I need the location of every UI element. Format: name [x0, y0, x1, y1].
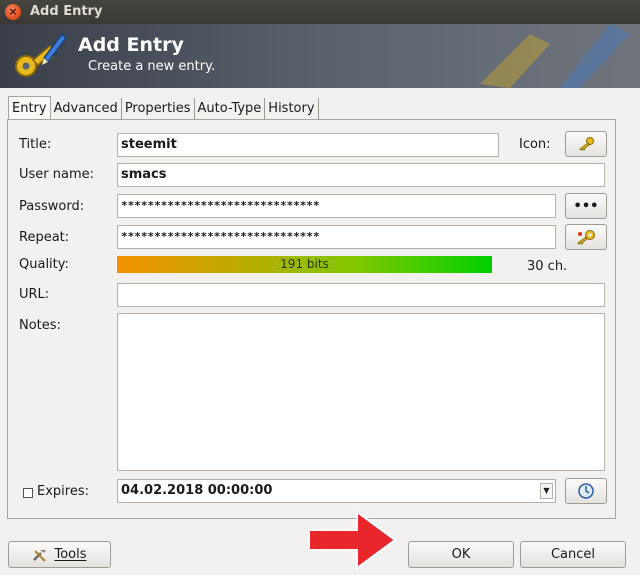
username-field[interactable]: smacs	[117, 163, 605, 187]
password-quality-bar: 191 bits	[117, 256, 492, 273]
password-field[interactable]: ******************************	[117, 194, 556, 218]
title-field[interactable]: steemit	[117, 133, 499, 157]
window-titlebar: × Add Entry	[0, 0, 640, 24]
clock-icon	[578, 483, 594, 499]
cancel-button[interactable]: Cancel	[520, 541, 626, 568]
tab-advanced[interactable]: Advanced	[51, 98, 122, 119]
key-icon	[579, 137, 594, 151]
repeat-label: Repeat:	[19, 230, 70, 245]
expires-date-value: 04.02.2018 00:00:00	[121, 483, 273, 498]
tab-history[interactable]: History	[265, 98, 319, 119]
expiry-presets-button[interactable]	[565, 478, 607, 504]
tools-icon	[33, 549, 47, 562]
notes-label: Notes:	[19, 318, 61, 333]
expires-label: Expires:	[37, 484, 89, 499]
close-icon[interactable]: ×	[5, 4, 21, 20]
password-generator-button[interactable]	[565, 224, 607, 250]
arrow-annotation-icon	[308, 510, 397, 570]
tools-button[interactable]: Tools	[8, 541, 111, 568]
notes-textarea[interactable]	[117, 313, 605, 471]
tab-bar: Entry Advanced Properties Auto-Type Hist…	[8, 96, 319, 120]
tools-button-label: Tools	[54, 547, 87, 562]
show-password-button[interactable]: •••	[565, 193, 607, 219]
expires-date-field[interactable]: 04.02.2018 00:00:00 ▼	[117, 479, 556, 503]
username-label: User name:	[19, 167, 95, 182]
tab-entry[interactable]: Entry	[8, 96, 51, 119]
url-field[interactable]	[117, 283, 605, 307]
repeat-password-field[interactable]: ******************************	[117, 225, 556, 249]
tab-auto-type[interactable]: Auto-Type	[195, 98, 266, 119]
icon-picker-button[interactable]	[565, 131, 607, 157]
url-label: URL:	[19, 287, 50, 302]
banner-subtitle: Create a new entry.	[88, 59, 216, 74]
key-gear-icon	[577, 230, 595, 245]
expires-checkbox[interactable]	[23, 488, 33, 498]
key-pen-icon	[15, 32, 67, 77]
entry-panel: Title: steemit Icon: User name: smacs Pa…	[7, 119, 616, 519]
chevron-down-icon[interactable]: ▼	[540, 483, 553, 499]
banner-title: Add Entry	[78, 34, 184, 56]
window-title: Add Entry	[30, 4, 103, 19]
dialog-body: Entry Advanced Properties Auto-Type Hist…	[0, 88, 640, 575]
tab-properties[interactable]: Properties	[122, 98, 195, 119]
dialog-banner: Add Entry Create a new entry.	[0, 24, 640, 88]
banner-watermark-icon	[480, 24, 630, 88]
title-label: Title:	[19, 137, 52, 152]
quality-char-count: 30 ch.	[527, 259, 568, 274]
icon-label: Icon:	[519, 137, 551, 152]
ok-button[interactable]: OK	[408, 541, 514, 568]
password-label: Password:	[19, 199, 85, 214]
quality-label: Quality:	[19, 257, 69, 272]
